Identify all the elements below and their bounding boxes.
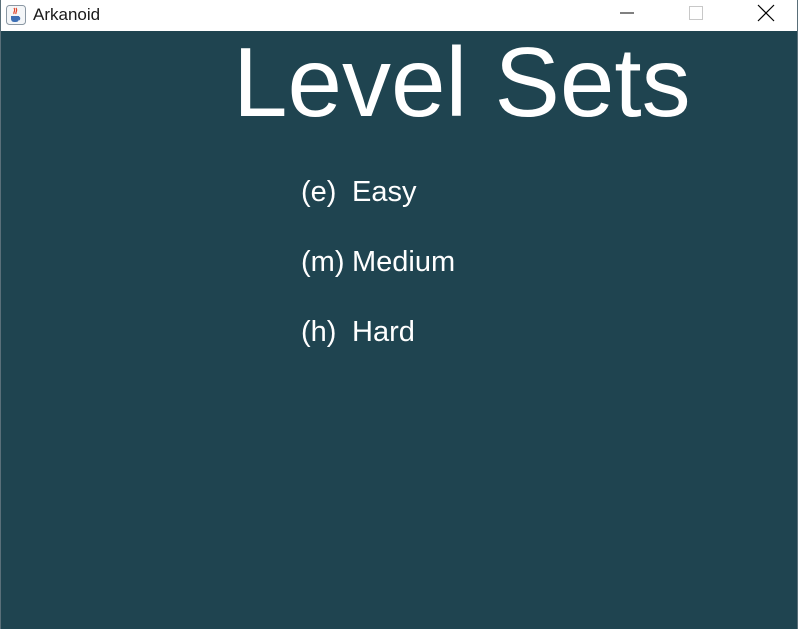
menu-option-hard[interactable]: (h) Hard [301,315,461,349]
game-canvas[interactable]: Level Sets (e) Easy (m) Medium (h) Hard [1,27,797,629]
option-label: Easy [352,176,417,208]
option-label: Hard [352,316,415,348]
close-icon [757,4,775,27]
java-cup-icon [5,4,27,26]
menu-option-easy[interactable]: (e) Easy [301,175,461,209]
maximize-icon [688,5,704,26]
option-key: (e) [301,176,337,208]
close-button[interactable] [743,0,789,31]
page-title: Level Sets [233,27,691,137]
app-window: Arkanoid Level Sets (e) Easy (m) Medium … [0,0,798,629]
option-key: (m) [301,246,345,278]
option-key: (h) [301,316,337,348]
option-label: Medium [352,246,456,278]
minimize-icon [619,5,635,26]
menu-option-medium[interactable]: (m) Medium [301,245,481,279]
window-title: Arkanoid [33,5,101,24]
